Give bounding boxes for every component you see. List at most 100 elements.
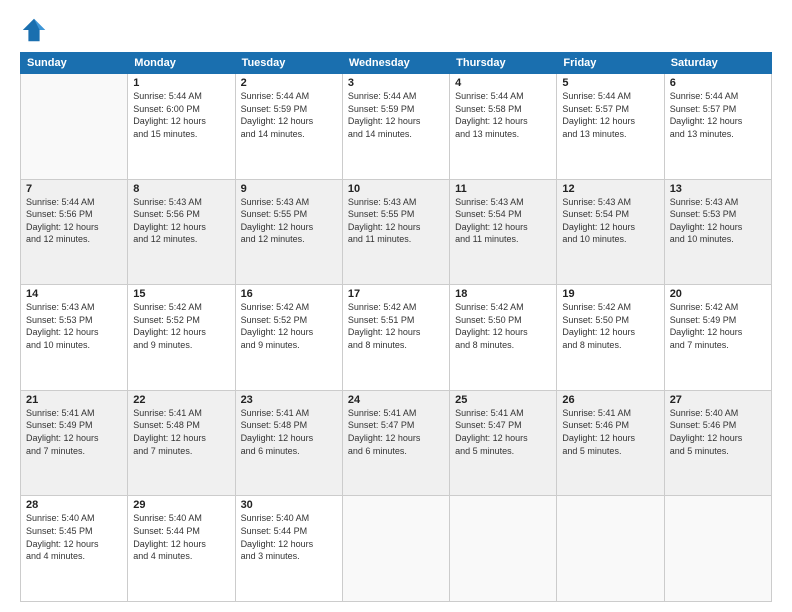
- day-number: 17: [348, 288, 444, 300]
- calendar-cell: 2Sunrise: 5:44 AM Sunset: 5:59 PM Daylig…: [235, 74, 342, 180]
- day-info: Sunrise: 5:43 AM Sunset: 5:56 PM Dayligh…: [133, 196, 229, 246]
- week-row-1: 7Sunrise: 5:44 AM Sunset: 5:56 PM Daylig…: [21, 179, 772, 285]
- week-row-4: 28Sunrise: 5:40 AM Sunset: 5:45 PM Dayli…: [21, 496, 772, 602]
- day-number: 28: [26, 499, 122, 511]
- calendar-cell: 7Sunrise: 5:44 AM Sunset: 5:56 PM Daylig…: [21, 179, 128, 285]
- day-info: Sunrise: 5:42 AM Sunset: 5:50 PM Dayligh…: [455, 301, 551, 351]
- calendar-cell: 30Sunrise: 5:40 AM Sunset: 5:44 PM Dayli…: [235, 496, 342, 602]
- day-info: Sunrise: 5:43 AM Sunset: 5:55 PM Dayligh…: [348, 196, 444, 246]
- calendar-cell: 24Sunrise: 5:41 AM Sunset: 5:47 PM Dayli…: [342, 390, 449, 496]
- page: SundayMondayTuesdayWednesdayThursdayFrid…: [0, 0, 792, 612]
- day-info: Sunrise: 5:40 AM Sunset: 5:44 PM Dayligh…: [133, 512, 229, 562]
- day-number: 10: [348, 183, 444, 195]
- day-number: 27: [670, 394, 766, 406]
- calendar-cell: 25Sunrise: 5:41 AM Sunset: 5:47 PM Dayli…: [450, 390, 557, 496]
- day-number: 6: [670, 77, 766, 89]
- logo: [20, 16, 54, 44]
- day-number: 20: [670, 288, 766, 300]
- day-info: Sunrise: 5:44 AM Sunset: 5:59 PM Dayligh…: [348, 90, 444, 140]
- day-info: Sunrise: 5:42 AM Sunset: 5:50 PM Dayligh…: [562, 301, 658, 351]
- weekday-header-saturday: Saturday: [664, 53, 771, 74]
- calendar-cell: 26Sunrise: 5:41 AM Sunset: 5:46 PM Dayli…: [557, 390, 664, 496]
- calendar-cell: 19Sunrise: 5:42 AM Sunset: 5:50 PM Dayli…: [557, 285, 664, 391]
- day-info: Sunrise: 5:42 AM Sunset: 5:52 PM Dayligh…: [133, 301, 229, 351]
- day-number: 21: [26, 394, 122, 406]
- day-info: Sunrise: 5:42 AM Sunset: 5:52 PM Dayligh…: [241, 301, 337, 351]
- weekday-header-friday: Friday: [557, 53, 664, 74]
- calendar-cell: [664, 496, 771, 602]
- calendar-cell: 17Sunrise: 5:42 AM Sunset: 5:51 PM Dayli…: [342, 285, 449, 391]
- calendar-cell: 11Sunrise: 5:43 AM Sunset: 5:54 PM Dayli…: [450, 179, 557, 285]
- day-info: Sunrise: 5:41 AM Sunset: 5:48 PM Dayligh…: [133, 407, 229, 457]
- calendar-cell: 28Sunrise: 5:40 AM Sunset: 5:45 PM Dayli…: [21, 496, 128, 602]
- calendar-cell: 21Sunrise: 5:41 AM Sunset: 5:49 PM Dayli…: [21, 390, 128, 496]
- day-number: 30: [241, 499, 337, 511]
- day-info: Sunrise: 5:41 AM Sunset: 5:48 PM Dayligh…: [241, 407, 337, 457]
- day-info: Sunrise: 5:41 AM Sunset: 5:47 PM Dayligh…: [455, 407, 551, 457]
- calendar-cell: 27Sunrise: 5:40 AM Sunset: 5:46 PM Dayli…: [664, 390, 771, 496]
- day-number: 4: [455, 77, 551, 89]
- calendar-cell: 23Sunrise: 5:41 AM Sunset: 5:48 PM Dayli…: [235, 390, 342, 496]
- weekday-header-monday: Monday: [128, 53, 235, 74]
- day-info: Sunrise: 5:40 AM Sunset: 5:44 PM Dayligh…: [241, 512, 337, 562]
- day-info: Sunrise: 5:42 AM Sunset: 5:49 PM Dayligh…: [670, 301, 766, 351]
- calendar-cell: 3Sunrise: 5:44 AM Sunset: 5:59 PM Daylig…: [342, 74, 449, 180]
- day-number: 5: [562, 77, 658, 89]
- day-info: Sunrise: 5:41 AM Sunset: 5:46 PM Dayligh…: [562, 407, 658, 457]
- calendar-cell: 10Sunrise: 5:43 AM Sunset: 5:55 PM Dayli…: [342, 179, 449, 285]
- day-info: Sunrise: 5:42 AM Sunset: 5:51 PM Dayligh…: [348, 301, 444, 351]
- day-number: 25: [455, 394, 551, 406]
- day-info: Sunrise: 5:40 AM Sunset: 5:46 PM Dayligh…: [670, 407, 766, 457]
- day-info: Sunrise: 5:43 AM Sunset: 5:53 PM Dayligh…: [26, 301, 122, 351]
- calendar-cell: 13Sunrise: 5:43 AM Sunset: 5:53 PM Dayli…: [664, 179, 771, 285]
- day-number: 15: [133, 288, 229, 300]
- day-number: 16: [241, 288, 337, 300]
- day-number: 13: [670, 183, 766, 195]
- day-info: Sunrise: 5:40 AM Sunset: 5:45 PM Dayligh…: [26, 512, 122, 562]
- day-number: 24: [348, 394, 444, 406]
- calendar-cell: 14Sunrise: 5:43 AM Sunset: 5:53 PM Dayli…: [21, 285, 128, 391]
- calendar-cell: 8Sunrise: 5:43 AM Sunset: 5:56 PM Daylig…: [128, 179, 235, 285]
- weekday-header-thursday: Thursday: [450, 53, 557, 74]
- day-info: Sunrise: 5:44 AM Sunset: 5:57 PM Dayligh…: [670, 90, 766, 140]
- day-number: 22: [133, 394, 229, 406]
- day-info: Sunrise: 5:43 AM Sunset: 5:53 PM Dayligh…: [670, 196, 766, 246]
- calendar-cell: [342, 496, 449, 602]
- day-number: 1: [133, 77, 229, 89]
- calendar-cell: 9Sunrise: 5:43 AM Sunset: 5:55 PM Daylig…: [235, 179, 342, 285]
- week-row-0: 1Sunrise: 5:44 AM Sunset: 6:00 PM Daylig…: [21, 74, 772, 180]
- calendar-cell: 5Sunrise: 5:44 AM Sunset: 5:57 PM Daylig…: [557, 74, 664, 180]
- day-number: 8: [133, 183, 229, 195]
- calendar-cell: 16Sunrise: 5:42 AM Sunset: 5:52 PM Dayli…: [235, 285, 342, 391]
- day-number: 11: [455, 183, 551, 195]
- day-number: 29: [133, 499, 229, 511]
- day-number: 9: [241, 183, 337, 195]
- day-info: Sunrise: 5:44 AM Sunset: 5:59 PM Dayligh…: [241, 90, 337, 140]
- calendar: SundayMondayTuesdayWednesdayThursdayFrid…: [20, 52, 772, 602]
- day-number: 23: [241, 394, 337, 406]
- day-number: 12: [562, 183, 658, 195]
- week-row-2: 14Sunrise: 5:43 AM Sunset: 5:53 PM Dayli…: [21, 285, 772, 391]
- day-info: Sunrise: 5:43 AM Sunset: 5:54 PM Dayligh…: [562, 196, 658, 246]
- calendar-cell: [21, 74, 128, 180]
- calendar-cell: 29Sunrise: 5:40 AM Sunset: 5:44 PM Dayli…: [128, 496, 235, 602]
- day-info: Sunrise: 5:41 AM Sunset: 5:49 PM Dayligh…: [26, 407, 122, 457]
- weekday-header-wednesday: Wednesday: [342, 53, 449, 74]
- calendar-cell: 15Sunrise: 5:42 AM Sunset: 5:52 PM Dayli…: [128, 285, 235, 391]
- day-info: Sunrise: 5:44 AM Sunset: 5:57 PM Dayligh…: [562, 90, 658, 140]
- day-number: 19: [562, 288, 658, 300]
- calendar-cell: 4Sunrise: 5:44 AM Sunset: 5:58 PM Daylig…: [450, 74, 557, 180]
- calendar-cell: 18Sunrise: 5:42 AM Sunset: 5:50 PM Dayli…: [450, 285, 557, 391]
- day-number: 14: [26, 288, 122, 300]
- day-info: Sunrise: 5:43 AM Sunset: 5:55 PM Dayligh…: [241, 196, 337, 246]
- calendar-cell: [557, 496, 664, 602]
- calendar-cell: 1Sunrise: 5:44 AM Sunset: 6:00 PM Daylig…: [128, 74, 235, 180]
- logo-icon: [20, 16, 48, 44]
- weekday-header-sunday: Sunday: [21, 53, 128, 74]
- day-number: 26: [562, 394, 658, 406]
- calendar-cell: 20Sunrise: 5:42 AM Sunset: 5:49 PM Dayli…: [664, 285, 771, 391]
- day-info: Sunrise: 5:44 AM Sunset: 6:00 PM Dayligh…: [133, 90, 229, 140]
- calendar-cell: 12Sunrise: 5:43 AM Sunset: 5:54 PM Dayli…: [557, 179, 664, 285]
- week-row-3: 21Sunrise: 5:41 AM Sunset: 5:49 PM Dayli…: [21, 390, 772, 496]
- day-info: Sunrise: 5:43 AM Sunset: 5:54 PM Dayligh…: [455, 196, 551, 246]
